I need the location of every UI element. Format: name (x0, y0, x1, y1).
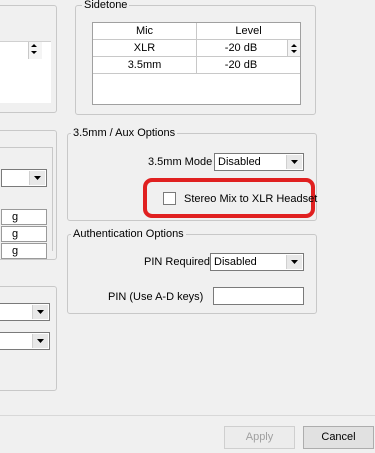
aux-options-legend: 3.5mm / Aux Options (71, 127, 178, 140)
left-combo[interactable] (1, 169, 47, 187)
pin-label: PIN (Use A-D keys) (108, 291, 204, 303)
chevron-down-icon (291, 160, 298, 164)
spin-arrows-icon (291, 44, 297, 53)
sidetone-header-level: Level (197, 23, 300, 40)
left-combo-dropdown-button[interactable] (29, 171, 45, 185)
left-middle-groupbox: g g g (0, 130, 57, 260)
chevron-down-icon (37, 339, 44, 343)
aux-mode-dropdown-button[interactable] (286, 155, 302, 169)
auth-options-legend: Authentication Options (71, 228, 186, 241)
sidetone-row-xlr-level-value: -20 dB (224, 42, 258, 54)
sidetone-row-35mm-level[interactable]: -20 dB (197, 57, 300, 74)
left-lower-groupbox (0, 286, 57, 391)
stereo-mix-label: Stereo Mix to XLR Headset (184, 193, 318, 205)
sidetone-groupbox: Sidetone Mic Level XLR -20 dB 3.5mm -20 … (75, 0, 316, 115)
stereo-mix-checkbox[interactable] (163, 192, 176, 205)
left-spinner[interactable] (28, 42, 42, 59)
left-lower-combo-2-dropdown-button[interactable] (32, 334, 48, 348)
sidetone-header-mic: Mic (93, 23, 197, 40)
spin-arrows-icon (31, 44, 37, 54)
aux-mode-select-value: Disabled (218, 156, 261, 168)
bottom-divider (0, 415, 375, 416)
aux-mode-label: 3.5mm Mode (148, 156, 213, 168)
left-row-1-text: g (12, 211, 19, 223)
chevron-down-icon (37, 310, 44, 314)
left-lower-combo-1[interactable] (0, 303, 50, 321)
sidetone-row-35mm-mic: 3.5mm (93, 57, 197, 74)
chevron-down-icon (291, 260, 298, 264)
sidetone-row-xlr-level[interactable]: -20 dB (197, 40, 300, 57)
chevron-down-icon (34, 176, 41, 180)
pin-required-select-value: Disabled (214, 256, 257, 268)
left-lower-combo-1-dropdown-button[interactable] (32, 305, 48, 319)
left-row-3[interactable]: g (1, 243, 47, 259)
sidetone-table: Mic Level XLR -20 dB 3.5mm -20 dB (92, 22, 301, 105)
left-lower-combo-2[interactable] (0, 332, 50, 350)
sidetone-row-xlr-mic: XLR (93, 40, 197, 57)
left-row-2[interactable]: g (1, 226, 47, 242)
left-upper-field (0, 41, 51, 103)
pin-required-dropdown-button[interactable] (286, 255, 302, 269)
left-upper-groupbox (0, 5, 57, 113)
sidetone-xlr-level-spinner[interactable] (287, 40, 300, 56)
left-row-2-text: g (12, 228, 19, 240)
cancel-button[interactable]: Cancel (303, 426, 374, 449)
sidetone-legend: Sidetone (82, 0, 130, 12)
sidetone-row-35mm-level-value: -20 dB (224, 59, 258, 71)
pin-required-label: PIN Required (144, 256, 211, 268)
auth-options-groupbox: Authentication Options PIN Required Disa… (67, 228, 317, 314)
pin-required-select[interactable]: Disabled (210, 253, 304, 271)
stereo-mix-checkbox-row[interactable]: Stereo Mix to XLR Headset (163, 191, 317, 207)
left-row-1[interactable]: g (1, 209, 47, 225)
pin-input[interactable] (213, 287, 304, 305)
left-row-3-text: g (12, 245, 19, 257)
aux-mode-select[interactable]: Disabled (214, 153, 304, 171)
apply-button[interactable]: Apply (224, 426, 295, 449)
